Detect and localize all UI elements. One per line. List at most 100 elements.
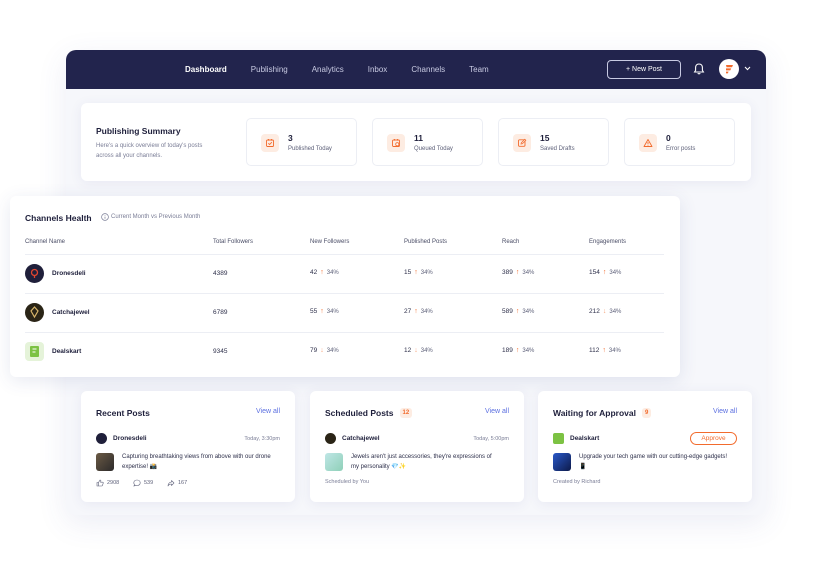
chevron-down-icon[interactable] [743, 64, 752, 73]
arrow-down-icon: ↓ [414, 347, 418, 354]
post-thumbnail[interactable] [325, 453, 343, 471]
nav-publishing[interactable]: Publishing [251, 65, 288, 74]
nav-team[interactable]: Team [469, 65, 489, 74]
brand-logo-icon [726, 65, 733, 74]
engagements: 112 ↑ 34% [589, 347, 621, 354]
divider [25, 332, 664, 333]
stat-value: 15 [540, 133, 550, 143]
stat-value: 11 [414, 133, 423, 143]
new-post-button[interactable]: + New Post [607, 60, 681, 79]
health-subtitle: Current Month vs Previous Month [111, 214, 201, 220]
arrow-up-icon: ↑ [602, 269, 607, 276]
new-followers: 55 ↑ 34% [310, 308, 339, 315]
view-all-link[interactable]: View all [485, 408, 509, 415]
user-avatar[interactable] [719, 59, 739, 79]
author-avatar [325, 433, 336, 444]
published-posts: 12 ↓ 34% [404, 347, 433, 354]
shares-count: 167 [167, 479, 187, 487]
post-text: Capturing breathtaking views from above … [122, 454, 271, 470]
column-header: Engagements [589, 239, 627, 245]
comment-icon [133, 479, 141, 487]
stat-label: Queued Today [414, 146, 453, 152]
channel-logo-dronesdeli [25, 264, 44, 283]
total-followers: 9345 [213, 348, 228, 355]
recent-posts-card: Recent Posts View all Dronesdeli Today, … [81, 391, 295, 502]
channel-name: Dealskart [52, 348, 82, 355]
bell-icon[interactable] [692, 62, 706, 76]
main-nav: Dashboard Publishing Analytics Inbox Cha… [185, 50, 513, 89]
top-navbar: Dashboard Publishing Analytics Inbox Cha… [66, 50, 766, 89]
arrow-up-icon: ↑ [515, 269, 520, 276]
view-all-link[interactable]: View all [713, 408, 737, 415]
summary-title: Publishing Summary [96, 126, 181, 136]
nav-inbox[interactable]: Inbox [368, 65, 388, 74]
column-header: Reach [502, 239, 520, 245]
column-header: New Followers [310, 239, 350, 245]
stat-label: Published Today [288, 146, 332, 152]
share-icon [167, 480, 175, 487]
engagements: 154 ↑ 34% [589, 269, 622, 276]
stat-saved-drafts[interactable]: 15 Saved Drafts [498, 118, 609, 166]
total-followers: 6789 [213, 309, 228, 316]
likes-count: 2908 [96, 479, 119, 487]
stat-label: Error posts [666, 146, 696, 152]
queue-calendar-icon [387, 134, 405, 152]
thumbs-up-icon [96, 479, 104, 487]
reach: 589 ↑ 34% [502, 308, 535, 315]
scheduled-posts-card: Scheduled Posts 12 View all Catchajewel T… [310, 391, 524, 502]
arrow-down-icon: ↓ [602, 308, 607, 315]
stat-label: Saved Drafts [540, 146, 575, 152]
stat-error-posts[interactable]: 0 Error posts [624, 118, 735, 166]
stat-value: 0 [666, 133, 671, 143]
info-icon[interactable] [101, 213, 109, 221]
health-title: Channels Health [25, 213, 92, 223]
nav-analytics[interactable]: Analytics [312, 65, 344, 74]
nav-dashboard[interactable]: Dashboard [185, 65, 227, 74]
stat-published-today[interactable]: 3 Published Today [246, 118, 357, 166]
count-badge: 9 [641, 408, 652, 418]
summary-subtitle: Here's a quick overview of today's posts… [96, 143, 203, 159]
engagements: 212 ↓ 34% [589, 308, 622, 315]
comments-count: 539 [133, 479, 153, 487]
post-time: Today, 3:30pm [244, 436, 280, 442]
new-followers: 42 ↑ 34% [310, 269, 339, 276]
arrow-up-icon: ↑ [515, 308, 520, 315]
nav-channels[interactable]: Channels [411, 65, 445, 74]
stat-value: 3 [288, 133, 293, 143]
post-footer: Created by Richard [553, 479, 601, 485]
post-author: Catchajewel [342, 435, 380, 442]
warning-icon [639, 134, 657, 152]
arrow-up-icon: ↑ [320, 269, 324, 276]
channel-name: Dronesdeli [52, 270, 86, 277]
published-posts: 27 ↑ 34% [404, 308, 433, 315]
post-thumbnail[interactable] [96, 453, 114, 471]
post-text: Jewels aren't just accessories, they're … [351, 454, 492, 470]
divider [25, 254, 664, 255]
arrow-down-icon: ↓ [320, 347, 324, 354]
column-header: Published Posts [404, 239, 448, 245]
total-followers: 4389 [213, 270, 228, 277]
arrow-up-icon: ↑ [320, 308, 324, 315]
author-avatar [96, 433, 107, 444]
arrow-up-icon: ↑ [414, 308, 418, 315]
approval-card: Waiting for Approval 9 View all Dealskart… [538, 391, 752, 502]
divider [25, 293, 664, 294]
channel-logo-catchajewel [25, 303, 44, 322]
channel-name: Catchajewel [52, 309, 90, 316]
post-text: Upgrade your tech game with our cutting-… [579, 454, 728, 470]
view-all-link[interactable]: View all [256, 408, 280, 415]
reach: 389 ↑ 34% [502, 269, 535, 276]
new-followers: 79 ↓ 34% [310, 347, 339, 354]
scheduled-posts-title: Scheduled Posts 12 [325, 408, 413, 418]
approve-button[interactable]: Approve [690, 432, 737, 445]
stat-queued-today[interactable]: 11 Queued Today [372, 118, 483, 166]
channels-health-card: Channels Health Current Month vs Previou… [10, 196, 680, 377]
post-author: Dealskart [570, 435, 600, 442]
reach: 189 ↑ 34% [502, 347, 535, 354]
post-footer: Scheduled by You [325, 479, 370, 485]
post-thumbnail[interactable] [553, 453, 571, 471]
arrow-up-icon: ↑ [414, 269, 418, 276]
post-author: Dronesdeli [113, 435, 147, 442]
channel-logo-dealskart [25, 342, 44, 361]
arrow-up-icon: ↑ [602, 347, 606, 354]
